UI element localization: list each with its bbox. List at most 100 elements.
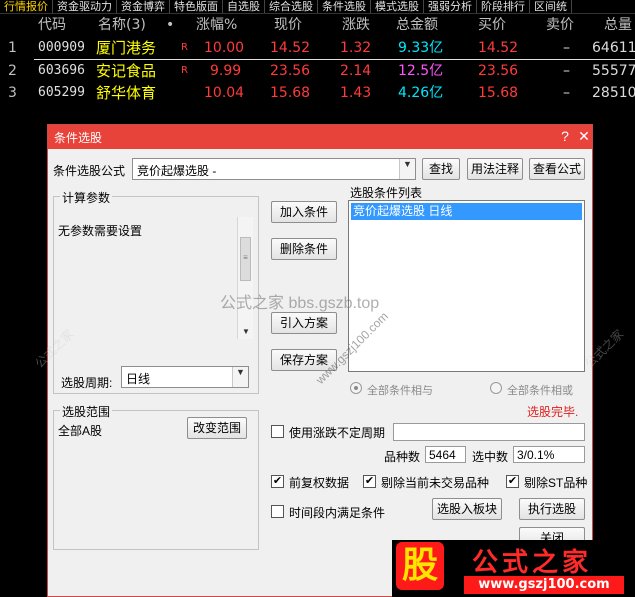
- stock-name: 舒华体育: [96, 84, 157, 102]
- bid: 14.52: [478, 40, 519, 56]
- dialog-titlebar[interactable]: 条件选股 ? ✕: [48, 125, 592, 149]
- rzrq-flag: R: [181, 42, 188, 53]
- price: 23.56: [270, 63, 311, 79]
- chevron-down-icon[interactable]: ▼: [232, 367, 248, 387]
- table-row[interactable]: 1 000909 厦门港务 R 10.00 14.52 1.32 9.33亿 1…: [0, 37, 635, 59]
- formula-select[interactable]: 竞价起爆选股 - ▼: [132, 158, 416, 180]
- period-satisfy-checkbox[interactable]: [271, 505, 284, 518]
- col-bid[interactable]: 买价: [478, 14, 506, 36]
- dialog-title: 条件选股: [54, 131, 103, 145]
- period-satisfy-label: 时间段内满足条件: [289, 506, 386, 520]
- row-index: 1: [8, 40, 17, 56]
- tab-watchlist[interactable]: 自选股: [223, 0, 265, 13]
- logo-badge: 股: [396, 542, 444, 590]
- usage-button[interactable]: 用法注释: [467, 158, 523, 180]
- add-to-block-button[interactable]: 选股入板块: [432, 498, 502, 520]
- table-row[interactable]: 3 605299 舒华体育 10.04 15.68 1.43 4.26亿 15.…: [0, 82, 635, 104]
- selected-value: 3/0.1%: [513, 446, 585, 463]
- change-range-button[interactable]: 改变范围: [187, 417, 247, 439]
- help-icon[interactable]: ?: [556, 127, 574, 145]
- params-scrollbar[interactable]: ≡ ▼: [237, 217, 253, 339]
- ask: –: [563, 40, 570, 56]
- volume: 28510: [592, 85, 635, 101]
- change: 2.14: [340, 63, 372, 79]
- tab-ranking[interactable]: 阶段排行: [477, 0, 530, 13]
- status-text: 选股完毕.: [527, 405, 579, 419]
- rzrq-flag: R: [181, 65, 188, 76]
- bid: 23.56: [478, 63, 519, 79]
- use-uncertain-label: 使用涨跌不定周期: [289, 426, 386, 440]
- col-volume[interactable]: 总量: [604, 14, 632, 36]
- view-formula-button[interactable]: 查看公式: [529, 158, 585, 180]
- tab-feature[interactable]: 特色版面: [170, 0, 223, 13]
- period-value: 日线: [126, 372, 151, 386]
- col-amount[interactable]: 总金额: [396, 14, 438, 36]
- selected-label: 选中数: [472, 450, 509, 464]
- col-name[interactable]: 名称(3): [98, 14, 146, 36]
- pct-change: 10.04: [204, 85, 245, 101]
- logo-text: 公式之家: [472, 548, 593, 578]
- tab-strength[interactable]: 强弱分析: [424, 0, 477, 13]
- col-price[interactable]: 现价: [274, 14, 302, 36]
- import-plan-button[interactable]: 引入方案: [271, 312, 337, 334]
- formula-value: 竞价起爆选股 -: [137, 164, 217, 178]
- stock-code: 000909: [38, 40, 85, 55]
- table-row[interactable]: 2 603696 安记食品 R 9.99 23.56 2.14 12.5亿 23…: [0, 60, 635, 82]
- col-code[interactable]: 代码: [38, 14, 66, 36]
- tab-pattern-select[interactable]: 模式选股: [371, 0, 424, 13]
- site-logo: 股 公式之家 www.gszj100.com: [392, 540, 635, 597]
- use-uncertain-checkbox[interactable]: [271, 425, 284, 438]
- forward-adjust-label: 前复权数据: [289, 476, 350, 490]
- count-value: 5464: [425, 446, 466, 463]
- period-select[interactable]: 日线 ▼: [121, 366, 249, 388]
- uncertain-period-field[interactable]: [393, 423, 585, 441]
- scroll-down-icon[interactable]: ▼: [242, 327, 250, 336]
- col-ask[interactable]: 卖价: [546, 14, 574, 36]
- exclude-st-label: 剔除ST品种: [524, 476, 588, 490]
- tab-fund-drive[interactable]: 资金驱动力: [53, 0, 117, 13]
- change: 1.32: [340, 40, 372, 56]
- pct-change: 9.99: [210, 63, 242, 79]
- condition-list[interactable]: 竞价起爆选股 日线: [348, 200, 585, 372]
- price: 14.52: [270, 40, 311, 56]
- exclude-st-checkbox[interactable]: ✔: [506, 475, 519, 488]
- quote-table-header: 代码 名称(3) • 涨幅% 现价 涨跌 总金额 买价 卖价 总量: [0, 14, 635, 36]
- price: 15.68: [270, 85, 311, 101]
- condition-select-dialog: 条件选股 ? ✕ 条件选股公式 竞价起爆选股 - ▼ 查找 用法注释 查看公式 …: [47, 124, 593, 597]
- tab-composite-select[interactable]: 综合选股: [265, 0, 318, 13]
- exclude-untraded-label: 剔除当前未交易品种: [381, 476, 490, 490]
- volume: 555779: [592, 63, 635, 79]
- radio-or[interactable]: [490, 382, 502, 394]
- radio-and[interactable]: [350, 382, 362, 394]
- calc-params-title: 计算参数: [60, 189, 113, 206]
- bid: 15.68: [478, 85, 519, 101]
- formula-label: 条件选股公式: [53, 164, 126, 178]
- radio-and-label: 全部条件相与: [367, 385, 433, 397]
- select-range-group: 选股范围 全部A股 改变范围: [53, 403, 259, 550]
- col-change[interactable]: 涨跌: [342, 14, 370, 36]
- add-condition-button[interactable]: 加入条件: [271, 201, 337, 223]
- ask: –: [563, 63, 570, 79]
- scroll-thumb[interactable]: ≡: [240, 237, 251, 281]
- range-value: 全部A股: [58, 424, 103, 438]
- row-index: 2: [8, 63, 17, 79]
- forward-adjust-checkbox[interactable]: ✔: [271, 475, 284, 488]
- stock-name: 厦门港务: [96, 39, 157, 57]
- chevron-down-icon[interactable]: ▼: [399, 159, 415, 179]
- tab-condition-select[interactable]: 条件选股: [318, 0, 371, 13]
- run-select-button[interactable]: 执行选股: [519, 498, 585, 520]
- range-title: 选股范围: [60, 403, 113, 420]
- delete-condition-button[interactable]: 删除条件: [271, 238, 337, 260]
- close-icon[interactable]: ✕: [575, 127, 593, 145]
- tab-quotes[interactable]: 行情报价: [0, 0, 53, 13]
- tab-fund-game[interactable]: 资金博弈: [117, 0, 170, 13]
- col-dot: •: [166, 17, 175, 33]
- no-params-text: 无参数需要设置: [58, 224, 143, 238]
- find-button[interactable]: 查找: [422, 158, 460, 180]
- col-pct[interactable]: 涨幅%: [196, 14, 237, 36]
- pct-change: 10.00: [204, 40, 245, 56]
- tab-interval-stat[interactable]: 区间统: [530, 0, 572, 13]
- row-index: 3: [8, 85, 17, 101]
- list-item[interactable]: 竞价起爆选股 日线: [351, 203, 582, 220]
- exclude-untraded-checkbox[interactable]: ✔: [363, 475, 376, 488]
